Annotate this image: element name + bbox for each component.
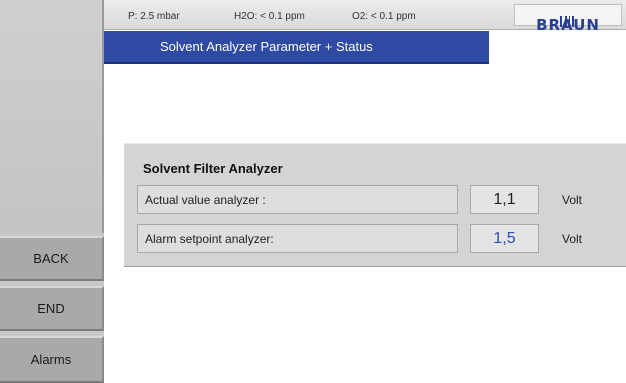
page-title-text: Solvent Analyzer Parameter + Status [160, 39, 373, 54]
alarm-setpoint-input[interactable]: 1,5 [470, 224, 539, 253]
actual-value-unit: Volt [562, 193, 583, 207]
end-button[interactable]: END [0, 286, 104, 331]
alarm-setpoint-label: Alarm setpoint analyzer: [137, 224, 458, 253]
back-button[interactable]: BACK [0, 236, 104, 281]
o2-readout: O2: < 0.1 ppm [352, 11, 416, 22]
status-bar: P: 2.5 mbar H2O: < 0.1 ppm O2: < 0.1 ppm… [104, 0, 626, 34]
solvent-filter-analyzer-panel: Solvent Filter Analyzer Actual value ana… [124, 143, 626, 267]
actual-value-display: 1,1 [470, 185, 539, 214]
page-title: Solvent Analyzer Parameter + Status [104, 31, 489, 64]
alarm-setpoint-unit: Volt [562, 232, 583, 246]
sidebar: BACK END Alarms [0, 0, 104, 383]
pressure-readout: P: 2.5 mbar [128, 11, 180, 22]
braun-logo-text: BRAUN [536, 16, 600, 34]
actual-value-label: Actual value analyzer : [137, 185, 458, 214]
sidebar-blank-area [0, 0, 104, 233]
braun-logo: BRAUN [514, 4, 622, 34]
h2o-readout: H2O: < 0.1 ppm [234, 11, 305, 22]
alarms-button[interactable]: Alarms [0, 336, 104, 383]
panel-title: Solvent Filter Analyzer [143, 161, 283, 176]
